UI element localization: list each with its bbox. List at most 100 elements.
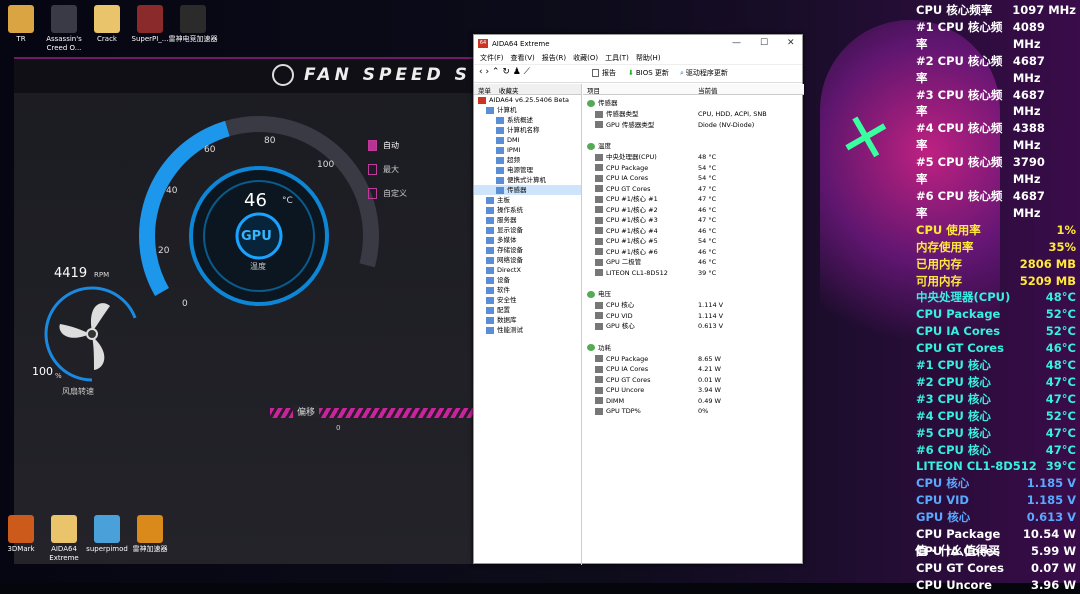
sensor-row[interactable]: CPU #1/核心 #5 bbox=[595, 236, 658, 246]
tree-item[interactable]: 主板 bbox=[474, 195, 581, 205]
bios-update-button[interactable]: ⬇ BIOS 更新 bbox=[628, 68, 669, 78]
menu-item-3[interactable]: 收藏(O) bbox=[573, 54, 598, 62]
tree-item[interactable]: 系统概述 bbox=[474, 115, 581, 125]
osd-row: 可用内存 5209 MB bbox=[910, 273, 1080, 290]
sensor-row[interactable]: GPU 二极管 bbox=[595, 257, 641, 267]
mode-max[interactable]: 最大 bbox=[368, 164, 399, 175]
osd-value: 47°C bbox=[1045, 374, 1076, 389]
sensor-row[interactable]: CPU IA Cores bbox=[595, 364, 648, 374]
sensor-row[interactable]: CPU #1/核心 #6 bbox=[595, 247, 658, 257]
menu-item-2[interactable]: 报告(R) bbox=[542, 54, 566, 62]
sensor-row[interactable]: CPU 核心 bbox=[595, 300, 634, 310]
tree-item[interactable]: 计算机名称 bbox=[474, 125, 581, 135]
sensor-row[interactable]: CPU GT Cores bbox=[595, 375, 651, 385]
sensor-row[interactable]: CPU Package bbox=[595, 163, 648, 173]
tree-item[interactable]: 传感器 bbox=[474, 185, 581, 195]
tree-node-icon bbox=[496, 116, 504, 124]
osd-key: #2 CPU 核心 bbox=[916, 374, 991, 389]
tree-item[interactable]: 显示设备 bbox=[474, 225, 581, 235]
sensor-row[interactable]: CPU #1/核心 #3 bbox=[595, 215, 658, 225]
fan-speed-window: FAN SPEED S 0 20 40 60 80 100 46 °C GPU … bbox=[14, 57, 476, 564]
sensor-row[interactable]: CPU GT Cores bbox=[595, 184, 651, 194]
tree-item[interactable]: 多媒体 bbox=[474, 235, 581, 245]
tree-item[interactable]: 计算机 bbox=[474, 105, 581, 115]
sensor-row[interactable]: GPU TDP% bbox=[595, 406, 641, 416]
osd-key: CPU GT Cores bbox=[916, 341, 1004, 356]
sensor-row[interactable]: CPU #1/核心 #4 bbox=[595, 226, 658, 236]
sensor-row[interactable]: CPU #1/核心 #1 bbox=[595, 194, 658, 204]
app-icon bbox=[51, 515, 77, 543]
tree-item[interactable]: 网络设备 bbox=[474, 255, 581, 265]
tree-item[interactable]: 设备 bbox=[474, 275, 581, 285]
osd-key: 可用内存 bbox=[916, 273, 962, 288]
tree-item[interactable]: 软件 bbox=[474, 285, 581, 295]
maximize-button[interactable]: ☐ bbox=[760, 38, 768, 48]
col-item[interactable]: 项目 bbox=[587, 85, 600, 95]
report-button[interactable]: 报告 bbox=[592, 68, 616, 78]
tree-item-label: 设备 bbox=[497, 276, 510, 284]
tree-item[interactable]: 电源管理 bbox=[474, 165, 581, 175]
search-icon: ⌕ bbox=[680, 69, 684, 77]
desktop-icon-4[interactable]: 雷神电竞加速器 bbox=[165, 5, 221, 44]
sensor-value: 46 °C bbox=[698, 258, 717, 266]
mode-custom[interactable]: 自定义 bbox=[368, 188, 407, 199]
sensor-row[interactable]: GPU 传感器类型 bbox=[595, 120, 654, 130]
tree-item[interactable]: 存储设备 bbox=[474, 245, 581, 255]
sensor-value: 3.94 W bbox=[698, 386, 721, 394]
sensor-icon bbox=[595, 376, 603, 383]
sensor-icon bbox=[595, 312, 603, 319]
tree-item-label: 安全性 bbox=[497, 296, 517, 304]
aida-menubar: 文件(F) 查看(V) 报告(R) 收藏(O) 工具(T) 帮助(H) bbox=[474, 53, 802, 65]
tree-item[interactable]: DirectX bbox=[474, 265, 581, 275]
tree-item[interactable]: 配置 bbox=[474, 305, 581, 315]
sensor-row[interactable]: CPU Package bbox=[595, 354, 648, 364]
tree-item[interactable]: 性能测试 bbox=[474, 325, 581, 335]
aida-window-title: AIDA64 Extreme bbox=[492, 40, 550, 48]
sensor-row[interactable]: CPU Uncore bbox=[595, 385, 644, 395]
tree-node-icon bbox=[486, 226, 494, 234]
tree-item-label: 性能测试 bbox=[497, 326, 523, 334]
tree-item[interactable]: 安全性 bbox=[474, 295, 581, 305]
tree-node-icon bbox=[486, 316, 494, 324]
menu-item-4[interactable]: 工具(T) bbox=[605, 54, 629, 62]
osd-row: 中央处理器(CPU) 48°C bbox=[910, 289, 1080, 306]
osd-value: 3.96 W bbox=[1030, 577, 1076, 592]
section-title: 温度 bbox=[598, 142, 611, 150]
tree-node-icon bbox=[496, 186, 504, 194]
sensor-row[interactable]: GPU 核心 bbox=[595, 321, 635, 331]
osd-key: CPU Uncore bbox=[916, 577, 992, 592]
tree-item[interactable]: DMI bbox=[474, 135, 581, 145]
mode-auto[interactable]: 自动 bbox=[368, 140, 399, 151]
minimize-button[interactable]: — bbox=[732, 38, 741, 48]
tree-item[interactable]: IPMI bbox=[474, 145, 581, 155]
osd-row: #5 CPU 核心 47°C bbox=[910, 425, 1080, 442]
osd-value: 47°C bbox=[1045, 425, 1076, 440]
sensor-row[interactable]: CPU VID bbox=[595, 311, 633, 321]
tree-item[interactable]: 便携式计算机 bbox=[474, 175, 581, 185]
menu-item-1[interactable]: 查看(V) bbox=[511, 54, 535, 62]
nav-icons[interactable]: ‹ › ⌃ ↻ ♟ ⟋ bbox=[479, 67, 530, 77]
osd-value: 4687 MHz bbox=[1012, 53, 1045, 85]
sensor-row[interactable]: DIMM bbox=[595, 396, 624, 406]
tree-version[interactable]: AIDA64 v6.25.5406 Beta bbox=[474, 95, 581, 105]
sensor-value: 47 °C bbox=[698, 184, 717, 193]
close-button[interactable]: ✕ bbox=[787, 38, 795, 48]
sensor-row[interactable]: 中央处理器(CPU) bbox=[595, 152, 657, 162]
menu-item-0[interactable]: 文件(F) bbox=[480, 54, 504, 62]
menu-item-5[interactable]: 帮助(H) bbox=[636, 54, 661, 62]
tree-item[interactable]: 操作系统 bbox=[474, 205, 581, 215]
sensor-row[interactable]: LITEON CL1-8D512 bbox=[595, 268, 668, 278]
sensor-value: 0.01 W bbox=[698, 375, 721, 384]
desktop-icon-bottom-3[interactable]: 雷神加速器 bbox=[122, 515, 178, 554]
sensor-row[interactable]: CPU #1/核心 #2 bbox=[595, 205, 658, 215]
sensor-value: 54 °C bbox=[698, 237, 717, 245]
tree-item[interactable]: 数据库 bbox=[474, 315, 581, 325]
driver-update-button[interactable]: ⌕ 驱动程序更新 bbox=[680, 68, 728, 78]
col-value[interactable]: 当前值 bbox=[698, 85, 718, 95]
osd-row: CPU Package 10.54 W bbox=[910, 526, 1080, 543]
temperature-value: 46 bbox=[244, 190, 267, 211]
tree-item[interactable]: 服务器 bbox=[474, 215, 581, 225]
sensor-row[interactable]: 传感器类型 bbox=[595, 109, 639, 119]
tree-item[interactable]: 超频 bbox=[474, 155, 581, 165]
sensor-row[interactable]: CPU IA Cores bbox=[595, 173, 648, 183]
